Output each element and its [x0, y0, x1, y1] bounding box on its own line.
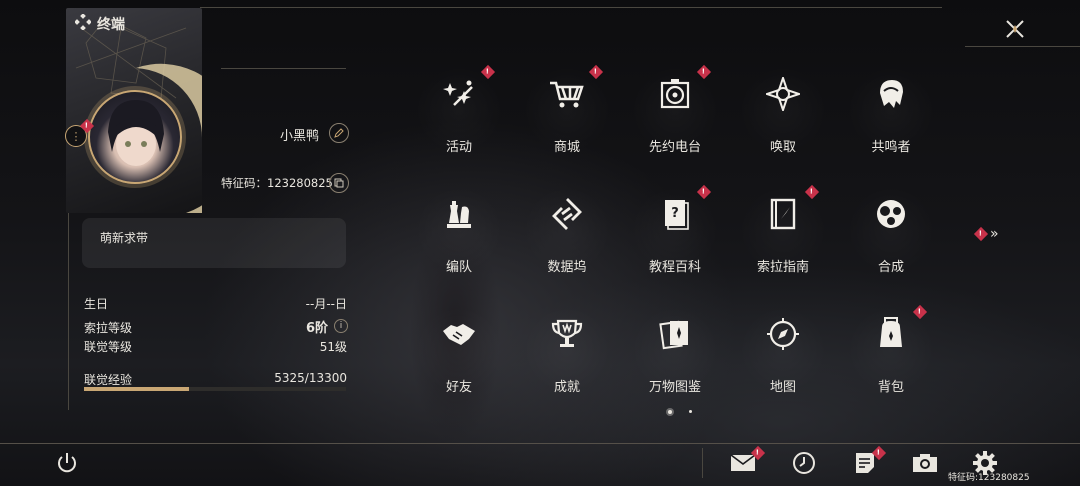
frame-top-line	[200, 7, 942, 8]
signature-text: 萌新求带	[100, 231, 149, 245]
screenshot-button[interactable]	[910, 450, 940, 476]
double-chevron-right-icon: »	[990, 226, 999, 242]
notice-button[interactable]: !	[850, 445, 887, 476]
camera-icon	[913, 454, 937, 472]
frame-divider	[221, 68, 346, 69]
next-page-badge: !	[973, 226, 989, 242]
menu-item-friends[interactable]: 好友	[405, 300, 513, 420]
mail-button[interactable]: !	[728, 445, 766, 476]
union-exp-label: 联觉经验	[84, 373, 133, 387]
footer-uid-value: 123280825	[978, 473, 1030, 483]
power-button[interactable]	[52, 450, 82, 476]
union-level-value: 51级	[319, 340, 347, 354]
data-dock-icon	[547, 194, 587, 234]
page-dot-active[interactable]	[668, 410, 672, 414]
time-button[interactable]	[789, 450, 819, 476]
edit-name-button[interactable]	[329, 123, 349, 143]
compass-icon	[763, 314, 803, 354]
menu-label: 索拉指南	[756, 260, 809, 275]
handshake-icon	[439, 314, 479, 354]
menu-item-map[interactable]: 地图	[729, 300, 837, 420]
sola-level-info-icon[interactable]: i	[334, 319, 348, 333]
bottom-divider	[0, 443, 1080, 444]
menu-grid: ! 活动 ! 商城 ! 先约电台 唤取 共鸣者 编队 数据坞 ? ! 教程百科 …	[405, 60, 945, 410]
union-level-label: 联觉等级	[84, 340, 133, 354]
menu-label: 商城	[553, 140, 580, 155]
copy-icon	[334, 178, 344, 188]
sola-level-value: 6阶	[305, 321, 328, 336]
tutorial-book-icon: ?	[655, 194, 695, 234]
menu-item-codex[interactable]: 万物图鉴	[621, 300, 729, 420]
menu-label: 背包	[877, 380, 904, 395]
cards-icon	[655, 314, 695, 354]
menu-label: 好友	[445, 380, 472, 395]
uid-label: 特征码：	[221, 176, 267, 190]
resonator-head-icon	[871, 74, 911, 114]
menu-label: 合成	[877, 260, 904, 275]
uid-value: 123280825	[267, 176, 333, 190]
synthesis-icon	[871, 194, 911, 234]
menu-label: 教程百科	[648, 260, 701, 275]
header-title: 终端	[97, 17, 125, 33]
terminal-logo-icon	[74, 13, 92, 34]
menu-item-summon[interactable]: 唤取	[729, 60, 837, 180]
event-sparkle-icon	[439, 74, 479, 114]
team-chess-icon	[439, 194, 479, 234]
menu-item-backpack[interactable]: ! 背包	[837, 300, 945, 420]
pencil-icon	[334, 128, 344, 138]
menu-item-achievement[interactable]: 成就	[513, 300, 621, 420]
mail-icon	[730, 454, 756, 471]
menu-label: 成就	[553, 380, 580, 395]
avatar[interactable]	[88, 90, 182, 184]
menu-item-team[interactable]: 编队	[405, 180, 513, 300]
menu-label: 共鸣者	[871, 140, 911, 155]
menu-label: 编队	[445, 260, 472, 275]
username: 小黑鸭	[280, 129, 320, 144]
close-button[interactable]	[1003, 17, 1027, 41]
backpack-icon	[871, 314, 911, 354]
birthday-value: --月--日	[305, 297, 347, 311]
union-exp-bar	[84, 387, 346, 391]
footer-uid-label: 特征码:	[948, 473, 979, 483]
close-icon	[1006, 20, 1024, 38]
menu-label: 唤取	[769, 140, 796, 155]
menu-label: 数据坞	[547, 260, 587, 275]
menu-item-radio[interactable]: ! 先约电台	[621, 60, 729, 180]
menu-item-synthesis[interactable]: 合成	[837, 180, 945, 300]
footer-uid: 特征码:123280825	[948, 470, 1030, 483]
trophy-icon	[547, 314, 587, 354]
menu-item-shop[interactable]: ! 商城	[513, 60, 621, 180]
menu-item-tutorial[interactable]: ? ! 教程百科	[621, 180, 729, 300]
union-exp-value: 5325/13300	[274, 371, 347, 385]
uid-text: 特征码：123280825	[221, 175, 333, 191]
header: 终端	[74, 13, 125, 34]
menu-label: 活动	[445, 140, 472, 155]
clock-icon	[793, 452, 815, 474]
copy-uid-button[interactable]	[329, 173, 349, 193]
signature-box[interactable]: 萌新求带	[82, 218, 346, 268]
next-page-button[interactable]: ! »	[973, 226, 999, 242]
shop-cart-icon	[547, 74, 587, 114]
bottom-separator	[702, 448, 703, 478]
radio-record-icon	[655, 74, 695, 114]
menu-label: 万物图鉴	[648, 380, 701, 395]
birthday-label: 生日	[84, 297, 109, 311]
menu-label: 先约电台	[648, 140, 701, 155]
menu-item-resonator[interactable]: 共鸣者	[837, 60, 945, 180]
union-exp-bar-fill	[84, 387, 189, 391]
guide-book-icon	[763, 194, 803, 234]
frame-left-line	[68, 210, 69, 410]
menu-item-guide[interactable]: ! 索拉指南	[729, 180, 837, 300]
svg-text:?: ?	[671, 206, 679, 221]
sola-level-label: 索拉等级	[84, 321, 133, 335]
menu-item-data-dock[interactable]: 数据坞	[513, 180, 621, 300]
page-dot[interactable]	[689, 410, 692, 413]
menu-item-event[interactable]: ! 活动	[405, 60, 513, 180]
summon-star-icon	[763, 74, 803, 114]
frame-top-right-line	[965, 46, 1080, 47]
power-icon	[58, 453, 76, 473]
menu-label: 地图	[769, 380, 796, 395]
